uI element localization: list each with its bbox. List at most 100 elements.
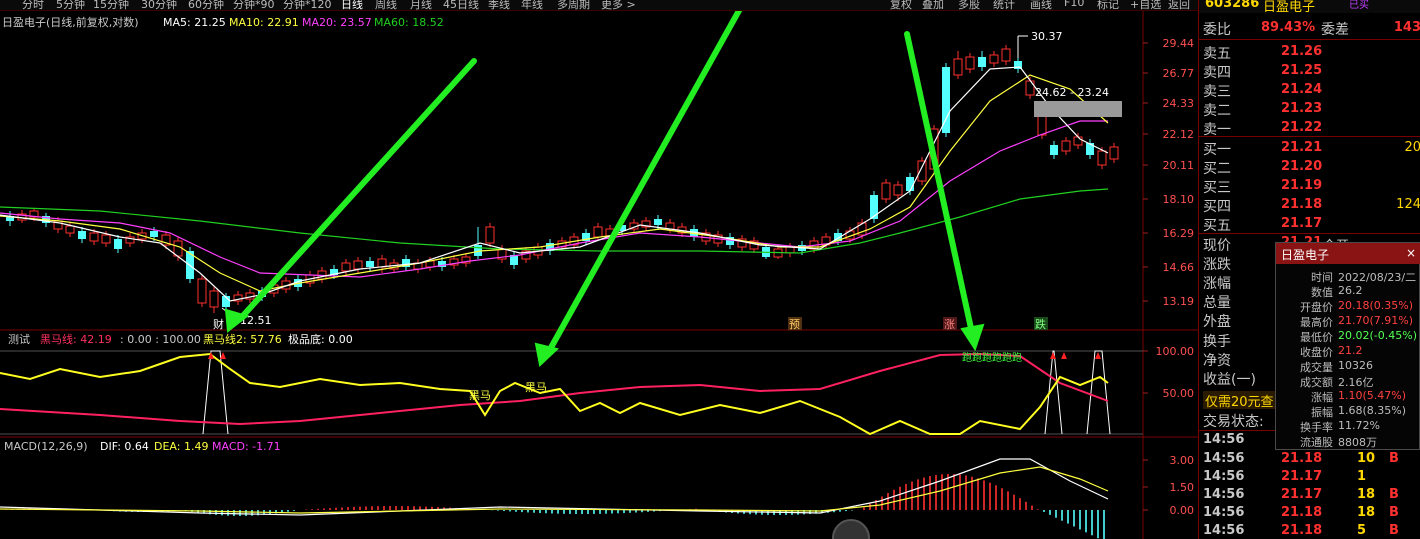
popup-row: 最低价 20.02(-0.45%) [1276,329,1420,344]
tick-volume: 18 [1357,487,1376,502]
macd-histogram [5,474,1105,539]
y-tick-label: 18.10 [1163,193,1195,206]
tab-timeframe-13[interactable]: 多周期 [557,0,590,10]
toolbar-btn-2[interactable]: 多股 [958,0,980,10]
ask-row[interactable]: 卖五 21.26 [1199,42,1420,62]
tick-price: 21.18 [1281,451,1323,466]
tab-timeframe-6[interactable]: 分钟*120 [283,0,332,10]
tick-time: 14:56 [1203,469,1245,484]
price-range-box [1034,101,1122,117]
ind1-tick-label: 50.00 [1163,387,1195,400]
tab-timeframe-0[interactable]: 分时 [22,0,44,10]
macd-tick-label: 1.50 [1170,481,1195,494]
tab-timeframe-8[interactable]: 周线 [375,0,397,10]
popup-value: 10326 [1338,359,1373,372]
bid-label: 买五 [1203,218,1231,234]
main-y-axis: 29.44 26.77 24.33 22.12 20.11 18.10 16.29 14.66… [1143,37,1194,308]
popup-row: 开盘价 20.18(0.35%) [1276,299,1420,314]
candle-body [65,225,75,234]
bid-label: 买四 [1203,199,1231,215]
tick-row: 14:56 21.17 1 [1199,468,1420,486]
toolbar-btn-3[interactable]: 统计 [993,0,1015,10]
separator [1199,39,1420,40]
bid-row[interactable]: 买五 21.17 [1199,214,1420,234]
bid-price: 21.21 [1281,140,1323,155]
tab-timeframe-3[interactable]: 30分钟 [141,0,177,10]
popup-value: 26.2 [1338,284,1363,297]
ask-label: 卖二 [1203,103,1231,119]
candle-body [1097,150,1107,166]
chart-area: 日盈电子(日线,前复权,对数) MA5: 21.25 MA10: 22.91 M… [0,11,1198,539]
tab-timeframe-14[interactable]: 更多 > [601,0,636,10]
high-label: 30.37 [1031,30,1063,43]
bid-price: 21.18 [1281,197,1323,212]
tab-timeframe-2[interactable]: 15分钟 [93,0,129,10]
toolbar-btn-7[interactable]: +自选 [1130,0,1161,10]
toolbar-btn-4[interactable]: 画线 [1030,0,1052,10]
bid-label: 买二 [1203,161,1231,177]
ask-row[interactable]: 卖四 21.25 [1199,61,1420,81]
stat-label: 收益(一) [1203,372,1256,388]
marker-cai: 财 [213,317,224,331]
stock-terminal: { "timeframe_tabs":[ {"label":"分时"},{"la… [0,0,1420,539]
tab-timeframe-11[interactable]: 季线 [488,0,510,10]
ind1-line3: 极品底: 0.00 [288,332,353,346]
bid-label: 买三 [1203,180,1231,196]
popup-value: 1.68(8.35%) [1338,404,1407,417]
toolbar-btn-0[interactable]: 复权 [890,0,912,10]
tick-volume: 10 [1357,451,1376,466]
popup-key: 成交量 [1300,361,1333,374]
tab-timeframe-10[interactable]: 45日线 [443,0,479,10]
tab-timeframe-9[interactable]: 月线 [410,0,432,10]
popup-row: 涨幅 1.10(5.47%) [1276,389,1420,404]
heima-label-2: 黑马 [525,381,547,394]
stat-label: 换手 [1203,334,1231,350]
stock-name: 日盈电子 [1263,0,1316,13]
stat-label: 总量 [1203,295,1231,311]
ask-label: 卖三 [1203,84,1231,100]
timeframe-toolbar: 分时 5分钟 15分钟 30分钟 60分钟 分钟*90 分钟*120 日线 周线 月线 45日线 季线… [0,0,1198,11]
toolbar-btn-5[interactable]: F10 [1064,0,1084,9]
candle-body [485,226,495,244]
tick-row: 14:56 21.18 5 B [1199,522,1420,539]
ind1-line2: 黑马线2: 57.76 [203,332,282,346]
bid-row[interactable]: 买三 21.19 [1199,176,1420,196]
order-ratio-row: 委比 89.43% 委差 143 [1199,18,1420,38]
close-icon[interactable]: × [1406,246,1416,260]
candle-body [377,258,387,268]
ind1-y-axis: 100.00 50.00 [1143,345,1194,400]
ask-row[interactable]: 卖三 21.24 [1199,80,1420,100]
candle-body [366,261,374,267]
bid-row[interactable]: 买一 21.21 20 [1199,138,1420,158]
tab-timeframe-12[interactable]: 年线 [521,0,543,10]
tab-timeframe-1[interactable]: 5分钟 [56,0,85,10]
tab-timeframe-4[interactable]: 60分钟 [188,0,224,10]
tick-time-top: 14:56 [1203,432,1245,447]
candle-body [353,260,363,270]
popup-key: 成交额 [1300,376,1333,389]
signal-dot-icon [1095,352,1101,359]
popup-key: 数值 [1311,286,1333,299]
toolbar-btn-8[interactable]: 返回 [1168,0,1190,10]
popup-row: 收盘价 21.2 [1276,344,1420,359]
y-tick-label: 22.12 [1163,128,1195,141]
notice-banner[interactable]: 仅需20元查 [1203,391,1277,410]
diff-label: 委差 [1321,22,1349,38]
bid-row[interactable]: 买二 21.20 [1199,157,1420,177]
ind1-vals: : 0.00 : 100.00 [120,333,201,346]
popup-key: 收盘价 [1300,346,1333,359]
bid-row[interactable]: 买四 21.18 124 [1199,195,1420,215]
tick-time: 14:56 [1203,523,1245,538]
popup-value: 11.72% [1338,419,1380,432]
candle-body [89,232,99,242]
ask-row[interactable]: 卖一 21.22 [1199,118,1420,138]
toolbar-btn-1[interactable]: 叠加 [922,0,944,10]
ask-row[interactable]: 卖二 21.23 [1199,99,1420,119]
popup-value: 8808万 [1338,436,1377,449]
popup-key: 最高价 [1300,316,1333,329]
marker-die: 跌 [1035,317,1046,331]
macd-dea: DEA: 1.49 [154,440,208,453]
tab-timeframe-7[interactable]: 日线 [341,0,363,10]
toolbar-btn-6[interactable]: 标记 [1097,0,1119,10]
tab-timeframe-5[interactable]: 分钟*90 [233,0,275,10]
